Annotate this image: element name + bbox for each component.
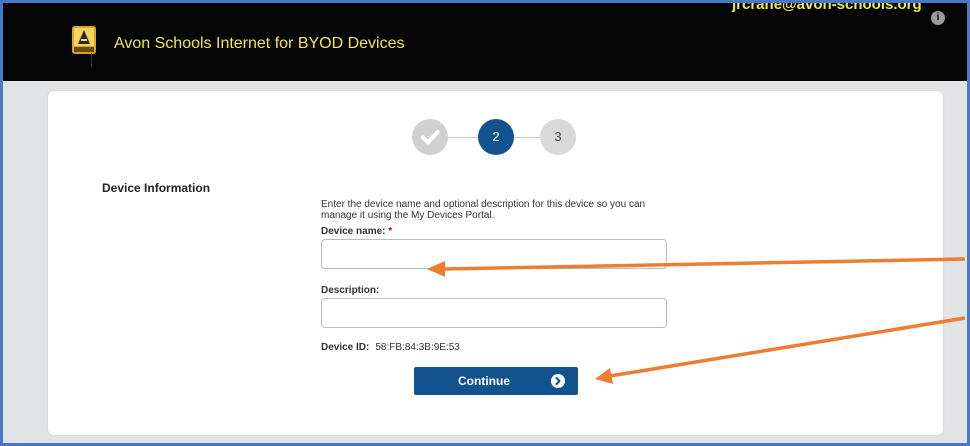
app-title: Avon Schools Internet for BYOD Devices: [114, 35, 405, 52]
form-instructions: Enter the device name and optional descr…: [321, 199, 646, 221]
step-connector: [448, 137, 478, 138]
description-input[interactable]: [321, 298, 667, 328]
device-id-value: 58:FB:84:3B:9E:53: [375, 342, 460, 353]
user-menu-icon[interactable]: i: [931, 11, 945, 25]
top-header: Avon Schools Internet for BYOD Devices j…: [3, 3, 967, 81]
device-id-label: Device ID:: [321, 342, 370, 353]
section-title: Device Information: [102, 181, 211, 195]
user-email[interactable]: jrcrane@avon-schools.org: [732, 3, 922, 13]
step-connector: [514, 137, 540, 138]
device-name-input[interactable]: [321, 239, 667, 269]
continue-button[interactable]: Continue: [414, 367, 578, 395]
step-2-current: 2: [478, 119, 514, 155]
required-marker: *: [388, 226, 393, 237]
step-3-upcoming: 3: [540, 119, 576, 155]
device-id-row: Device ID: 58:FB:84:3B:9E:53: [321, 342, 460, 353]
progress-stepper: 2 3: [412, 119, 584, 155]
registration-card: 2 3 Device Information Enter the device …: [48, 91, 943, 435]
continue-button-label: Continue: [458, 374, 510, 388]
device-name-label-text: Device name:: [321, 226, 386, 237]
description-label: Description:: [321, 285, 380, 296]
logo-divider: [91, 53, 92, 67]
step-1-completed: [412, 119, 448, 155]
check-icon: [421, 130, 440, 145]
device-name-label: Device name: *: [321, 226, 392, 237]
screenshot-frame: Avon Schools Internet for BYOD Devices j…: [0, 0, 970, 446]
avon-schools-logo: [72, 26, 96, 54]
chevron-right-icon: [551, 374, 565, 388]
